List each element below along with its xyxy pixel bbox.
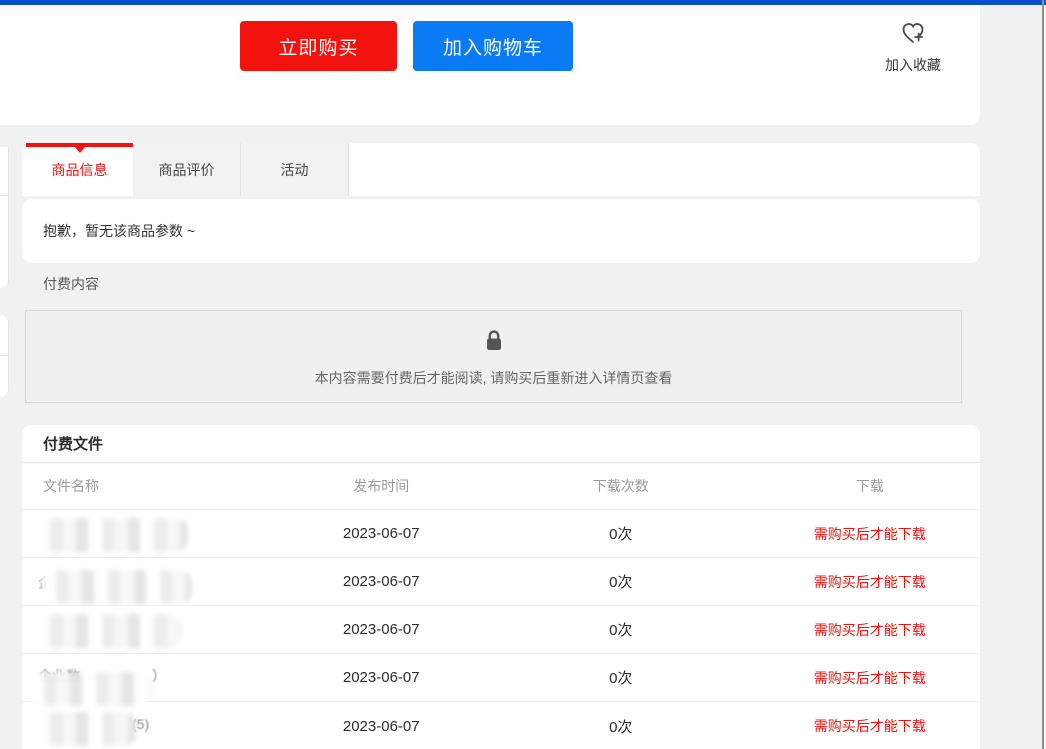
- tab-product-info[interactable]: 商品信息: [26, 143, 133, 196]
- download-requires-purchase-link[interactable]: 需购买后才能下载: [814, 574, 926, 590]
- left-panel-fragment: [0, 315, 9, 397]
- tab-product-reviews[interactable]: 商品评价: [133, 143, 241, 196]
- table-row: 2023-06-07 0次 需购买后才能下载: [22, 606, 980, 654]
- tab-activities[interactable]: 活动: [241, 143, 349, 196]
- file-name-redacted: [22, 510, 281, 557]
- header-publish-time: 发布时间: [281, 476, 482, 496]
- heart-plus-icon: [898, 19, 928, 52]
- file-name-redacted: [22, 606, 281, 653]
- product-detail-page: 立即购买 加入购物车 加入收藏 商品信息 商品评价 活动: [0, 0, 1046, 749]
- active-tab-indicator: [26, 143, 133, 147]
- redaction-smudge: [36, 518, 188, 552]
- paid-content-section-label: 付费内容: [43, 274, 99, 294]
- no-params-text: 抱歉，暂无该商品参数 ~: [43, 221, 195, 241]
- table-row: 企 2023-06-07 0次 需购买后才能下载: [22, 558, 980, 606]
- publish-date: 2023-06-07: [281, 669, 482, 686]
- add-to-favorites-button[interactable]: 加入收藏: [868, 19, 958, 77]
- table-row: 企业数 ） 2023-06-07 0次 需购买后才能下载: [22, 654, 980, 702]
- add-to-favorites-label: 加入收藏: [885, 55, 941, 75]
- window-edge-line: [1042, 0, 1044, 749]
- table-row: 2023-06-07 0次 需购买后才能下载: [22, 510, 980, 558]
- file-name-fragment: ）: [152, 666, 166, 686]
- header-file-name: 文件名称: [22, 463, 281, 509]
- publish-date: 2023-06-07: [281, 718, 482, 735]
- buy-now-button[interactable]: 立即购买: [240, 21, 397, 71]
- file-name-redacted: (5): [22, 702, 281, 749]
- redaction-smudge: [36, 712, 136, 746]
- header-download-count: 下载次数: [482, 476, 760, 496]
- table-row: (5) 2023-06-07 0次 需购买后才能下载: [22, 702, 980, 749]
- tab-label: 商品信息: [52, 160, 108, 180]
- header-download: 下载: [760, 476, 980, 496]
- file-name-redacted: 企业数 ）: [22, 654, 281, 701]
- download-count: 0次: [482, 716, 760, 737]
- download-count: 0次: [482, 571, 760, 592]
- download-count: 0次: [482, 619, 760, 640]
- publish-date: 2023-06-07: [281, 525, 482, 542]
- download-requires-purchase-link[interactable]: 需购买后才能下载: [814, 622, 926, 638]
- paid-files-card: 付费文件 文件名称 发布时间 下载次数 下载 2023-06-07 0次 需购买…: [22, 425, 980, 749]
- no-params-notice: 抱歉，暂无该商品参数 ~: [22, 199, 980, 263]
- detail-tabbar: 商品信息 商品评价 活动: [22, 143, 980, 196]
- paid-files-title: 付费文件: [22, 425, 980, 463]
- files-table-header: 文件名称 发布时间 下载次数 下载: [22, 463, 980, 510]
- tab-label: 活动: [281, 160, 309, 180]
- download-count: 0次: [482, 667, 760, 688]
- redaction-smudge: [36, 614, 181, 648]
- download-requires-purchase-link[interactable]: 需购买后才能下载: [814, 718, 926, 734]
- left-panel-fragment: [0, 147, 9, 288]
- download-count: 0次: [482, 523, 760, 544]
- publish-date: 2023-06-07: [281, 621, 482, 638]
- download-requires-purchase-link[interactable]: 需购买后才能下载: [814, 526, 926, 542]
- purchase-action-bar: 立即购买 加入购物车 加入收藏: [0, 5, 980, 125]
- redaction-smudge: [42, 570, 192, 604]
- redaction-smudge: [30, 672, 150, 706]
- file-name-redacted: 企: [22, 558, 281, 605]
- add-to-cart-button[interactable]: 加入购物车: [413, 21, 573, 71]
- tab-label: 商品评价: [159, 160, 215, 180]
- publish-date: 2023-06-07: [281, 573, 482, 590]
- lock-icon: [481, 328, 507, 359]
- locked-content-box: 本内容需要付费后才能阅读, 请购买后重新进入详情页查看: [25, 310, 962, 403]
- download-requires-purchase-link[interactable]: 需购买后才能下载: [814, 670, 926, 686]
- locked-content-message: 本内容需要付费后才能阅读, 请购买后重新进入详情页查看: [315, 368, 673, 388]
